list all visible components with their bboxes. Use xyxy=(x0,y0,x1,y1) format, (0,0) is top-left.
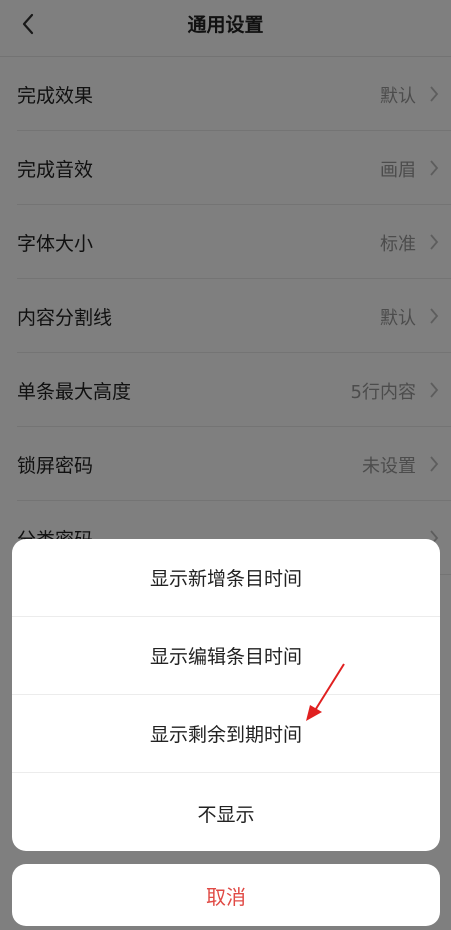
cancel-button[interactable]: 取消 xyxy=(12,864,440,926)
option-hide[interactable]: 不显示 xyxy=(12,773,440,851)
action-sheet: 显示新增条目时间 显示编辑条目时间 显示剩余到期时间 不显示 xyxy=(12,539,440,851)
option-show-added-time[interactable]: 显示新增条目时间 xyxy=(12,539,440,617)
annotation-arrow-icon xyxy=(306,663,345,721)
option-show-edited-time[interactable]: 显示编辑条目时间 xyxy=(12,617,440,695)
option-show-remaining-time[interactable]: 显示剩余到期时间 xyxy=(12,695,440,773)
